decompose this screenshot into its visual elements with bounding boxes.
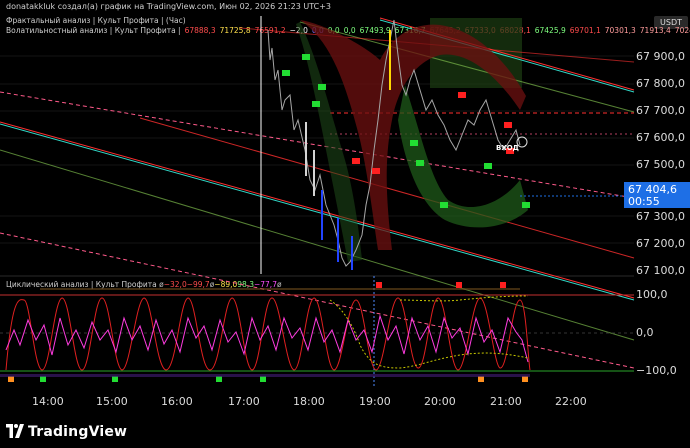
- brand-name[interactable]: TradingView: [28, 424, 127, 440]
- current-price-tag: 67 404,6 00:55: [624, 182, 690, 208]
- price-tick: 67 300,0: [636, 210, 685, 223]
- chart-canvas[interactable]: [0, 0, 690, 448]
- time-tick: 20:00: [424, 395, 456, 408]
- time-tick: 15:00: [96, 395, 128, 408]
- osc-tick: −100,0: [636, 364, 677, 377]
- price-tick: 67 200,0: [636, 237, 685, 250]
- osc-tick: 0,0: [636, 326, 654, 339]
- price-tick: 67 500,0: [636, 158, 685, 171]
- time-tick: 22:00: [555, 395, 587, 408]
- tradingview-logo-icon[interactable]: [6, 424, 24, 438]
- time-tick: 14:00: [32, 395, 64, 408]
- price-tick: 67 700,0: [636, 104, 685, 117]
- price-tick: 67 800,0: [636, 77, 685, 90]
- osc-tick: 100,0: [636, 288, 668, 301]
- bar-countdown: 00:55: [628, 195, 660, 208]
- price-tick: 67 100,0: [636, 264, 685, 277]
- time-tick: 17:00: [228, 395, 260, 408]
- entry-annotation: ВХОД: [496, 144, 519, 152]
- price-tick: 67 900,0: [636, 50, 685, 63]
- time-tick: 16:00: [161, 395, 193, 408]
- price-tick: 67 600,0: [636, 131, 685, 144]
- time-tick: 21:00: [490, 395, 522, 408]
- time-tick: 18:00: [293, 395, 325, 408]
- time-tick: 19:00: [359, 395, 391, 408]
